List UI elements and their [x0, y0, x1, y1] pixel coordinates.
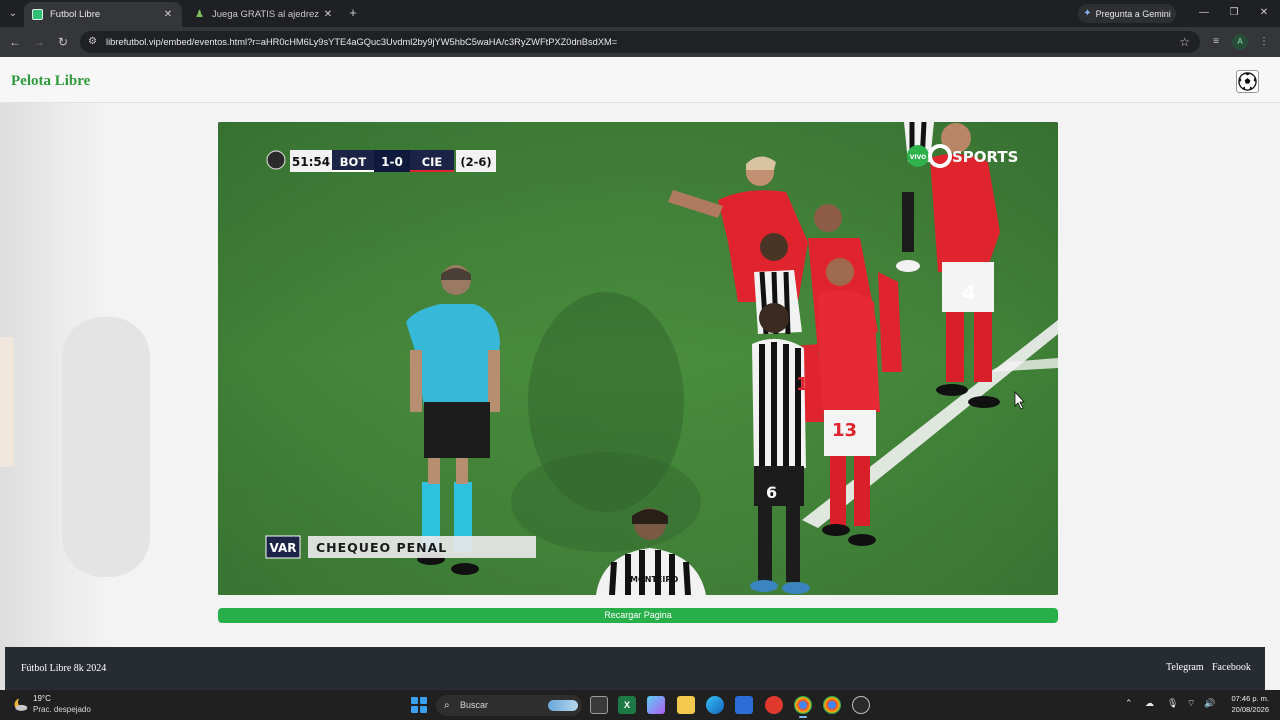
search-highlight-icon	[548, 700, 578, 711]
shirt-number: 10	[796, 374, 821, 395]
chrome-profile-icon[interactable]	[823, 696, 841, 714]
microphone-icon[interactable]: 🎙	[1167, 698, 1178, 709]
profile-avatar[interactable]: A	[1232, 34, 1248, 50]
reload-icon[interactable]: ↻	[55, 34, 71, 50]
windows-start-icon[interactable]	[411, 697, 427, 713]
shirt-name: MONTEIRO	[630, 575, 679, 584]
tab-search-icon[interactable]: ⌄	[4, 5, 22, 22]
browser-tab-bar: ⌄ Futbol Libre ✕ ♟ Juega GRATIS al ajedr…	[0, 0, 1280, 27]
close-icon[interactable]: ✕	[162, 9, 174, 20]
telegram-link[interactable]: Telegram	[1166, 662, 1204, 673]
search-icon: ⌕	[444, 700, 450, 711]
menu-icon[interactable]: ⋮	[1256, 34, 1272, 50]
aggregate-score: (2-6)	[460, 155, 491, 169]
shirt-number: 6	[766, 483, 777, 502]
vivo-badge: VIVO	[910, 154, 927, 161]
chrome-icon[interactable]	[794, 696, 812, 718]
address-bar[interactable]: ⚙ librefutbol.vip/embed/eventos.html?r=a…	[80, 31, 1200, 53]
tab-title: Juega GRATIS al ajedrez online	[212, 9, 322, 20]
edge-icon[interactable]	[706, 696, 724, 714]
browser-toolbar: ← → ↻ ⚙ librefutbol.vip/embed/eventos.ht…	[0, 27, 1280, 57]
gemini-sparkle-icon: ✦	[1083, 8, 1092, 19]
tray-chevron-icon[interactable]: ⌃	[1125, 698, 1133, 709]
video-frame: 4 13 10 6 MONTEIRO 51:54 BOT 1-0 CIE (2-…	[218, 122, 1058, 595]
broadcaster-logo: VIVO SPORTS	[907, 144, 1018, 168]
restore-icon[interactable]: ❐	[1227, 5, 1241, 21]
var-label: VAR	[270, 541, 297, 555]
scorebug: 51:54 BOT 1-0 CIE (2-6)	[266, 150, 496, 172]
site-footer: Fútbol Libre 8k 2024 Telegram Facebook	[5, 647, 1265, 690]
settings-icon[interactable]	[852, 696, 870, 714]
back-icon[interactable]: ←	[7, 34, 23, 50]
store-icon[interactable]	[735, 696, 753, 714]
close-icon[interactable]: ✕	[322, 9, 334, 20]
minimize-icon[interactable]: —	[1197, 5, 1211, 21]
tab-futbol-libre[interactable]: Futbol Libre ✕	[24, 2, 182, 27]
tab-title: Futbol Libre	[50, 9, 101, 20]
windows-taskbar: 19°C Prac. despejado ⌕ Buscar X ⌃ ☁ 🎙 ⌔ …	[0, 690, 1280, 720]
site-header: Pelota Libre	[0, 57, 1280, 103]
broadcaster-name: SPORTS	[952, 148, 1018, 166]
site-info-icon[interactable]: ⚙	[88, 31, 97, 53]
weather-moon-icon[interactable]	[12, 696, 29, 713]
volume-icon[interactable]: 🔊	[1204, 698, 1215, 709]
task-view-icon[interactable]	[590, 696, 608, 714]
window-close-icon[interactable]: ✕	[1257, 5, 1271, 21]
copilot-icon[interactable]	[647, 696, 665, 714]
gemini-label: Pregunta a Gemini	[1095, 8, 1171, 19]
forward-icon[interactable]: →	[31, 34, 47, 50]
shirt-number: 13	[832, 420, 857, 441]
facebook-link[interactable]: Facebook	[1212, 662, 1251, 673]
reload-page-button[interactable]: Recargar Pagina	[218, 608, 1058, 623]
soccer-ball-icon[interactable]	[1236, 70, 1259, 93]
away-team: CIE	[422, 155, 443, 169]
reading-list-icon[interactable]: ≡	[1208, 34, 1224, 50]
chess-pawn-favicon: ♟	[195, 9, 204, 20]
var-caption: CHEQUEO PENAL	[316, 540, 447, 555]
shirt-number: 4	[962, 281, 976, 305]
weather-temperature: 19°C	[33, 694, 51, 703]
score: 1-0	[381, 155, 403, 169]
taskbar-date[interactable]: 20/08/2026	[1225, 705, 1269, 714]
match-clock: 51:54	[292, 155, 330, 169]
search-placeholder: Buscar	[460, 700, 489, 710]
wifi-icon[interactable]: ⌔	[1187, 698, 1195, 709]
footer-copyright: Fútbol Libre 8k 2024	[21, 663, 107, 674]
new-tab-icon[interactable]: +	[346, 6, 360, 20]
media-player-icon[interactable]	[765, 696, 783, 714]
background-overlay	[0, 57, 150, 690]
gemini-button[interactable]: ✦ Pregunta a Gemini	[1078, 4, 1176, 23]
tab-chess[interactable]: ♟ Juega GRATIS al ajedrez online ✕	[186, 2, 342, 27]
home-team: BOT	[340, 155, 367, 169]
taskbar-search-input[interactable]: ⌕ Buscar	[436, 695, 582, 716]
onedrive-icon[interactable]: ☁	[1145, 698, 1154, 709]
taskbar-time[interactable]: 07:46 p. m.	[1225, 694, 1269, 703]
page-content: Pelota Libre 4 13 10 6 MONTEIRO 51:54 BO…	[0, 57, 1280, 690]
excel-icon[interactable]: X	[618, 696, 636, 714]
site-logo-text[interactable]: Pelota Libre	[11, 73, 90, 90]
file-explorer-icon[interactable]	[677, 696, 695, 714]
weather-description: Prac. despejado	[33, 705, 91, 714]
video-player[interactable]: 4 13 10 6 MONTEIRO 51:54 BOT 1-0 CIE (2-…	[218, 122, 1058, 595]
bookmark-star-icon[interactable]: ☆	[1179, 31, 1190, 53]
futbol-libre-favicon	[32, 9, 43, 20]
url-text: librefutbol.vip/embed/eventos.html?r=aHR…	[106, 37, 618, 47]
